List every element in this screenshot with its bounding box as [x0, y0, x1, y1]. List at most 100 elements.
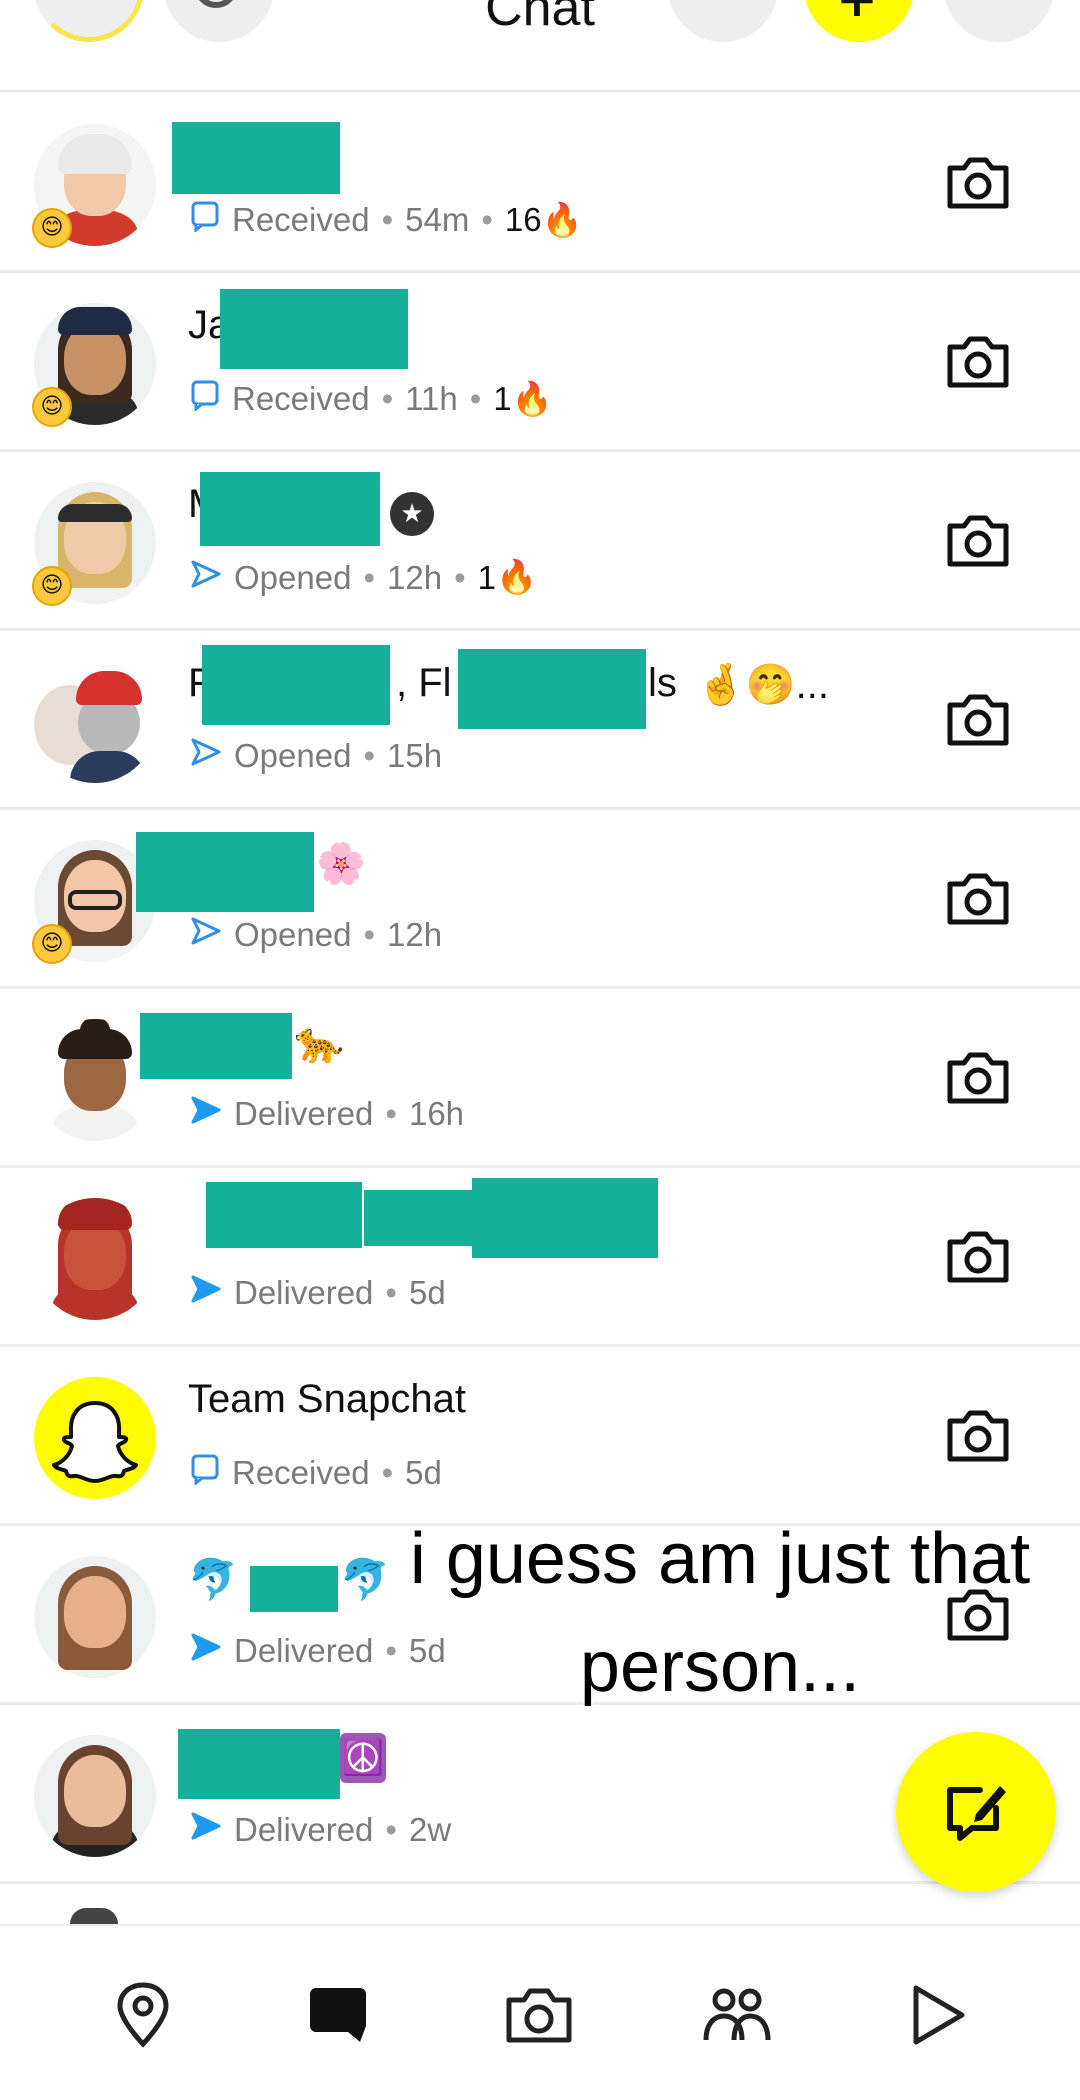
arrow-filled-icon [190, 1632, 222, 1670]
map-icon[interactable] [108, 1980, 178, 2050]
contact-name-part: , Fl [396, 661, 452, 705]
name-emoji: 🐬 [188, 1558, 238, 1602]
chat-status: Received • 11h • 1 🔥 [190, 379, 553, 419]
redacted-name [364, 1190, 476, 1246]
status-time: 16h [408, 1095, 465, 1132]
friends-icon[interactable] [702, 1980, 772, 2050]
avatar[interactable] [34, 1556, 156, 1678]
redacted-name [202, 645, 390, 725]
avatar [70, 1908, 118, 1924]
compose-icon [947, 1786, 1006, 1841]
camera-icon[interactable] [504, 1980, 574, 2050]
camera-icon[interactable] [944, 331, 1012, 393]
snapchat-ghost-avatar[interactable] [34, 1377, 156, 1499]
chat-status: Received • 5d [190, 1453, 442, 1493]
chat-row[interactable]: 😊 M ★ Opened • 12h • 1 🔥 [0, 452, 1080, 631]
caption-line: person... [579, 1627, 861, 1707]
mood-badge: 😊 [32, 924, 72, 964]
avatar[interactable] [34, 1019, 156, 1141]
contact-name-part: ls [648, 661, 677, 705]
chat-row[interactable]: 😊 Received • 54m • 16 🔥 [0, 94, 1080, 273]
status-label: Received [232, 201, 370, 238]
streak-count: 1 [493, 380, 512, 417]
redacted-name [200, 472, 380, 546]
name-emoji: 🤞🤭... [696, 663, 829, 707]
arrow-outline-icon [190, 737, 222, 775]
chat-row[interactable]: Delivered • 5d [0, 1168, 1080, 1347]
camera-icon[interactable] [944, 152, 1012, 214]
chat-row[interactable]: Team Snapchat Received • 5d [0, 1347, 1080, 1526]
redacted-name [136, 832, 314, 912]
chat-status: Opened • 12h • 1 🔥 [190, 558, 537, 597]
status-label: Received [232, 1454, 370, 1491]
chat-status: Delivered • 5d [190, 1274, 446, 1312]
status-time: 54m [405, 201, 470, 238]
redacted-name [206, 1182, 362, 1248]
chat-outline-icon [190, 200, 220, 240]
redacted-name [472, 1178, 658, 1258]
add-friend-icon: + [836, 0, 878, 28]
camera-icon[interactable] [944, 689, 1012, 751]
arrow-filled-icon [190, 1095, 222, 1133]
camera-icon[interactable] [944, 868, 1012, 930]
status-label: Opened [234, 737, 352, 774]
redacted-name [140, 1013, 292, 1079]
chat-row[interactable]: F , Fl ls 🤞🤭... Opened • 15h [0, 631, 1080, 810]
chat-status: Delivered • 2w [190, 1811, 451, 1849]
chat-row-partial[interactable] [0, 1884, 1080, 1924]
status-label: Delivered [234, 1095, 374, 1132]
chat-row[interactable]: 😊 Ja Received • 11h • 1 🔥 [0, 273, 1080, 452]
arrow-filled-icon [190, 1274, 222, 1312]
chat-status: Received • 54m • 16 🔥 [190, 200, 583, 240]
status-time: 5d [408, 1274, 446, 1311]
arrow-outline-icon [190, 559, 222, 597]
group-avatar[interactable] [34, 661, 156, 783]
chat-status: Opened • 15h [190, 737, 442, 775]
streak-emoji: 🔥 [495, 558, 538, 595]
camera-icon[interactable] [944, 510, 1012, 572]
redacted-name [250, 1566, 338, 1612]
caption-line: i guess am just that [409, 1519, 1031, 1599]
redacted-name [458, 649, 646, 729]
camera-icon[interactable] [944, 1047, 1012, 1109]
top-header: Chat + [0, 0, 1080, 92]
chat-row[interactable]: 🐆 Delivered • 16h [0, 989, 1080, 1168]
avatar[interactable] [34, 1198, 156, 1320]
overlay-caption: i guess am just that person... [360, 1505, 1080, 1721]
streak-count: 1 [477, 558, 496, 596]
arrow-outline-icon [190, 916, 222, 954]
mood-badge: 😊 [32, 566, 72, 606]
avatar[interactable] [34, 1735, 156, 1857]
chat-outline-icon [190, 1453, 220, 1493]
streak-emoji: 🔥 [541, 200, 583, 238]
chat-outline-icon [190, 379, 220, 419]
mood-badge: 😊 [32, 387, 72, 427]
status-time: 12h [387, 558, 443, 596]
status-time: 15h [387, 737, 443, 774]
chat-row[interactable]: 😊 🌸 Opened • 12h [0, 810, 1080, 989]
page-title: Chat [485, 0, 595, 37]
status-label: Opened [234, 916, 352, 953]
stories-play-icon[interactable] [902, 1980, 972, 2050]
chat-status: Opened • 12h [190, 916, 442, 954]
status-time: 5d [405, 1454, 442, 1491]
contact-name: Team Snapchat [188, 1377, 466, 1421]
name-emoji: 🌸 [316, 842, 366, 886]
name-emoji: 🐆 [294, 1021, 344, 1065]
status-time: 12h [387, 916, 443, 953]
chat-icon[interactable] [306, 1980, 376, 2050]
status-label: Delivered [234, 1811, 374, 1848]
new-chat-button[interactable] [896, 1732, 1056, 1892]
star-badge-icon: ★ [390, 492, 434, 536]
arrow-filled-icon [190, 1811, 222, 1849]
camera-icon[interactable] [944, 1405, 1012, 1467]
streak-emoji: 🔥 [511, 379, 553, 417]
bottom-navigation [0, 1924, 1080, 2100]
mood-badge: 😊 [32, 208, 72, 248]
ghost-icon [52, 1401, 138, 1483]
redacted-name [220, 289, 408, 369]
camera-icon[interactable] [944, 1226, 1012, 1288]
status-time: 11h [405, 380, 458, 417]
status-label: Delivered [234, 1274, 374, 1311]
streak-count: 16 [504, 201, 542, 238]
